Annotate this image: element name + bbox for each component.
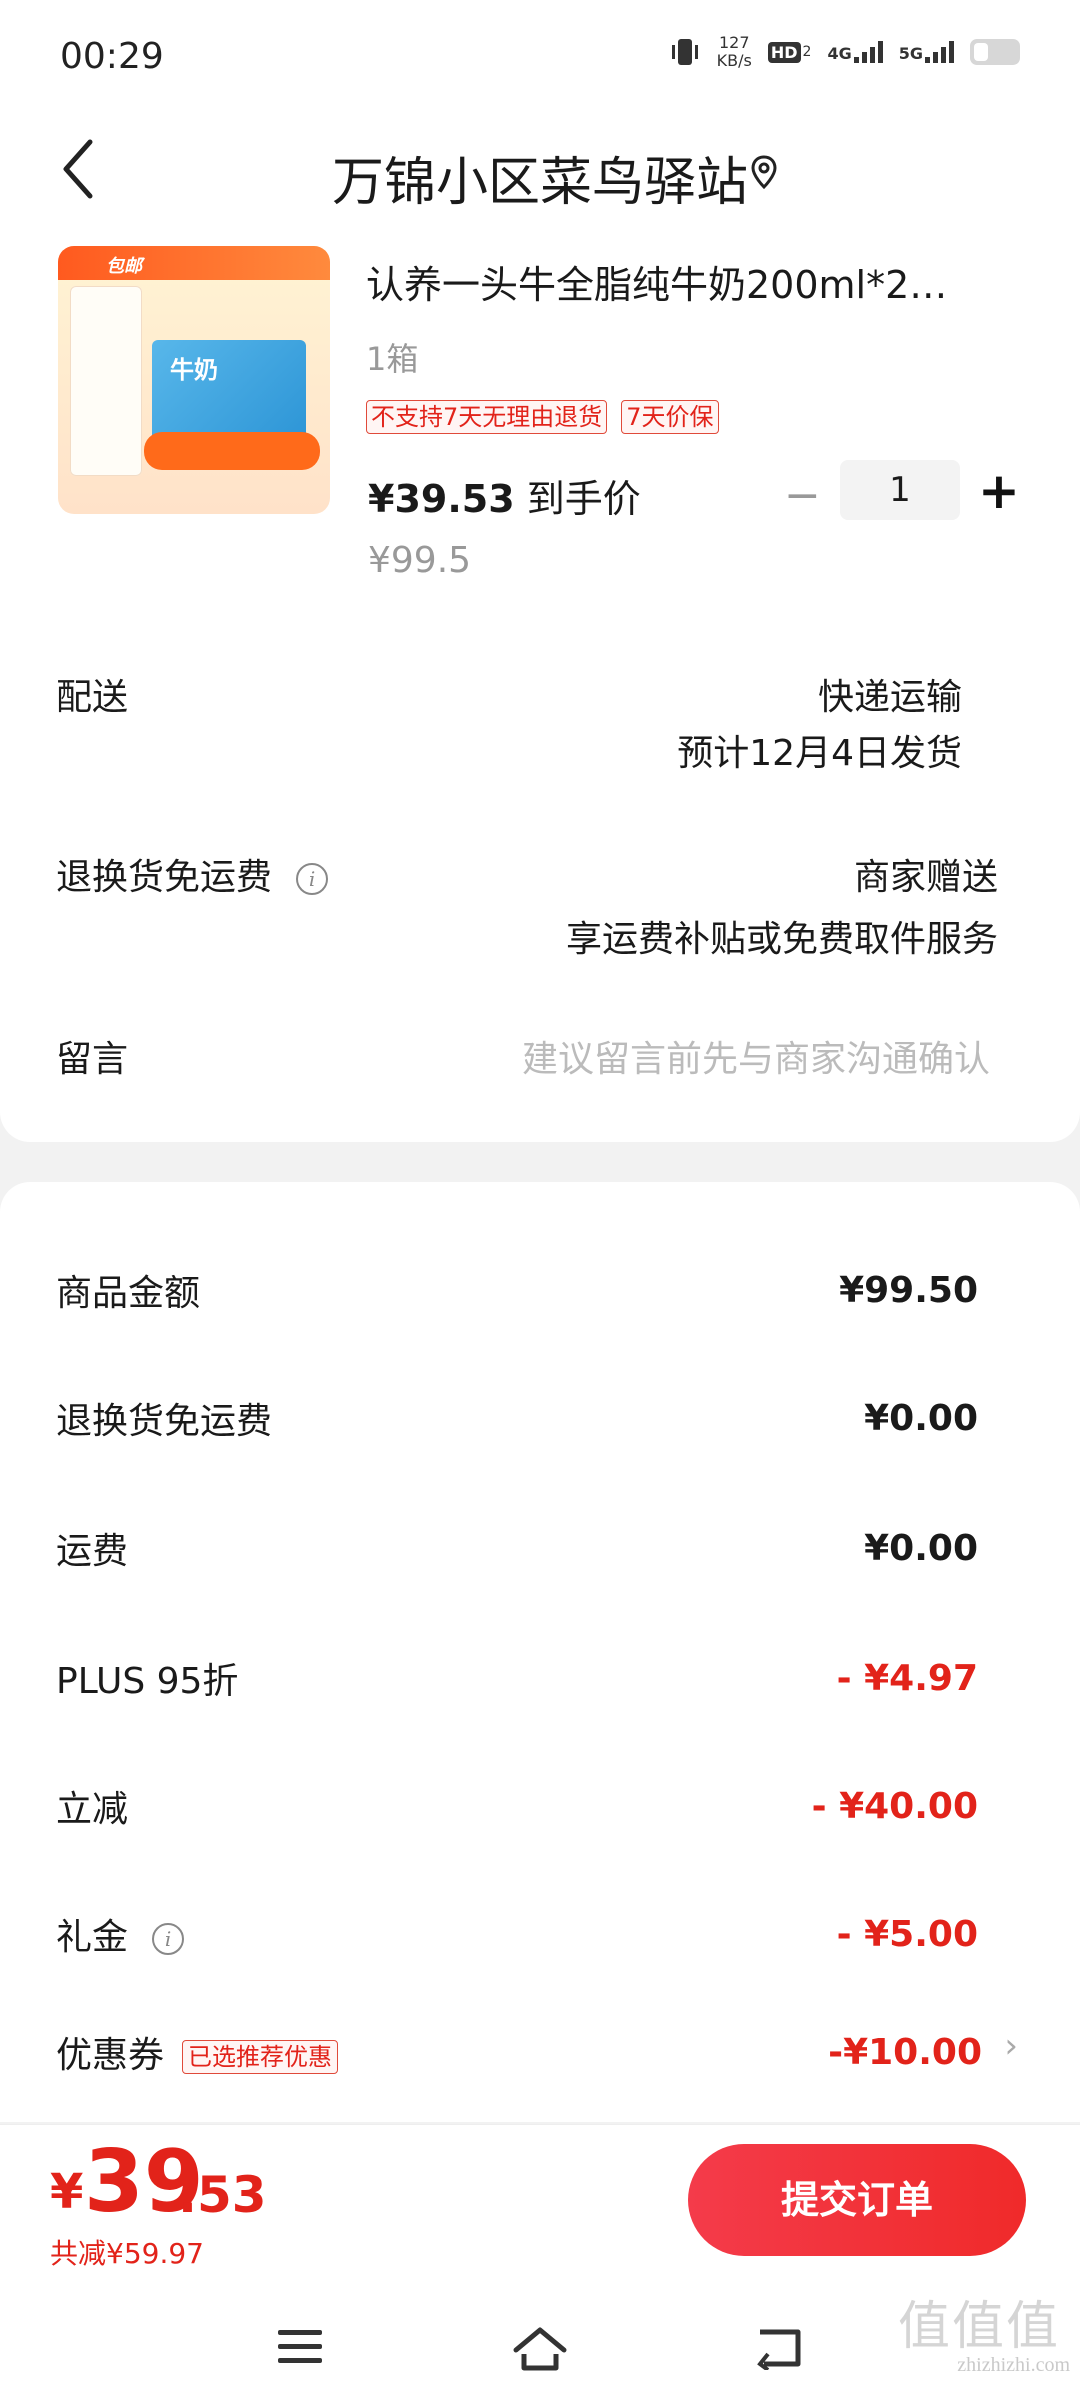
location-pin-icon[interactable] [750, 154, 778, 190]
product-name[interactable]: 认养一头牛全脂纯牛奶200ml*2… [366, 254, 1006, 309]
status-icons: 127 KB/s HD 2 4G 5G [669, 34, 1020, 70]
final-price: ¥39.53 到手价 [368, 477, 641, 521]
return-shipping-desc: 享运费补贴或免费取件服务 [565, 919, 998, 960]
fee-value-coupon[interactable]: -¥10.00 [828, 2032, 982, 2073]
info-icon[interactable]: i [296, 863, 329, 895]
coupon-recommend-tag: 已选推荐优惠 [182, 2040, 339, 2074]
hd-voice-icon: HD 2 [767, 41, 811, 63]
fee-label-discount: 立减 [56, 1789, 129, 1830]
fee-label-gift: 礼金 i [56, 1908, 185, 1960]
fee-value-return: ¥0.00 [864, 1398, 978, 1439]
fee-label-shipping: 运费 [56, 1531, 129, 1572]
home-icon[interactable] [510, 2324, 570, 2374]
delivery-label: 配送 [56, 677, 129, 718]
original-price: ¥99.5 [368, 540, 472, 581]
return-shipping-value: 商家赠送 [853, 857, 998, 898]
signal-5g-icon: 5G [899, 41, 954, 63]
message-input[interactable]: 建议留言前先与商家沟通确认 [522, 1030, 990, 1082]
submit-order-button[interactable]: 提交订单 [688, 2144, 1026, 2256]
product-tags: 不支持7天无理由退货 7天价保 [366, 400, 719, 434]
page-title[interactable]: 万锦小区菜鸟驿站 [0, 140, 1080, 215]
battery-icon [970, 39, 1020, 65]
fee-label-return: 退换货免运费 [56, 1401, 273, 1442]
fee-value-discount: - ¥40.00 [811, 1786, 978, 1827]
fee-label-coupon[interactable]: 优惠券 已选推荐优惠 [56, 2026, 339, 2078]
vibrate-icon [671, 39, 698, 65]
chevron-right-icon[interactable]: › [1004, 2026, 1018, 2066]
message-label: 留言 [56, 1039, 129, 1080]
return-shipping-label: 退换货免运费 i [56, 848, 329, 900]
fee-value-shipping: ¥0.00 [864, 1528, 978, 1569]
fee-value-plus: - ¥4.97 [836, 1658, 978, 1699]
fee-value-gift: - ¥5.00 [836, 1914, 978, 1955]
network-speed: 127 KB/s [716, 33, 752, 70]
menu-icon[interactable] [276, 2324, 324, 2368]
total-saved: 共减¥59.97 [50, 2237, 204, 2270]
quantity-decrease-button[interactable]: − [784, 474, 821, 518]
product-spec: 1箱 [366, 340, 419, 378]
tag-price-protect: 7天价保 [621, 400, 719, 434]
back-icon[interactable] [754, 2324, 806, 2370]
watermark-logo: 值值值 [897, 2297, 1060, 2357]
fee-label-plus: PLUS 95折 [56, 1661, 239, 1702]
info-icon[interactable]: i [152, 1923, 185, 1955]
tag-no-return: 不支持7天无理由退货 [366, 400, 608, 434]
quantity-increase-button[interactable]: + [978, 466, 1020, 516]
signal-4g-icon: 4G [827, 41, 883, 63]
fee-label-goods: 商品金额 [56, 1273, 201, 1314]
product-image[interactable]: 包邮 牛奶 [58, 246, 330, 514]
watermark-text: zhizhizhi.com [957, 2354, 1070, 2376]
delivery-eta: 预计12月4日发货 [677, 733, 962, 774]
delivery-method[interactable]: 快递运输 [818, 668, 962, 720]
status-time: 00:29 [60, 36, 164, 77]
fee-value-goods: ¥99.50 [839, 1270, 978, 1311]
total-amount-decimal: .53 [178, 2166, 267, 2224]
total-currency: ¥ [50, 2164, 84, 2220]
quantity-input[interactable]: 1 [840, 460, 960, 520]
